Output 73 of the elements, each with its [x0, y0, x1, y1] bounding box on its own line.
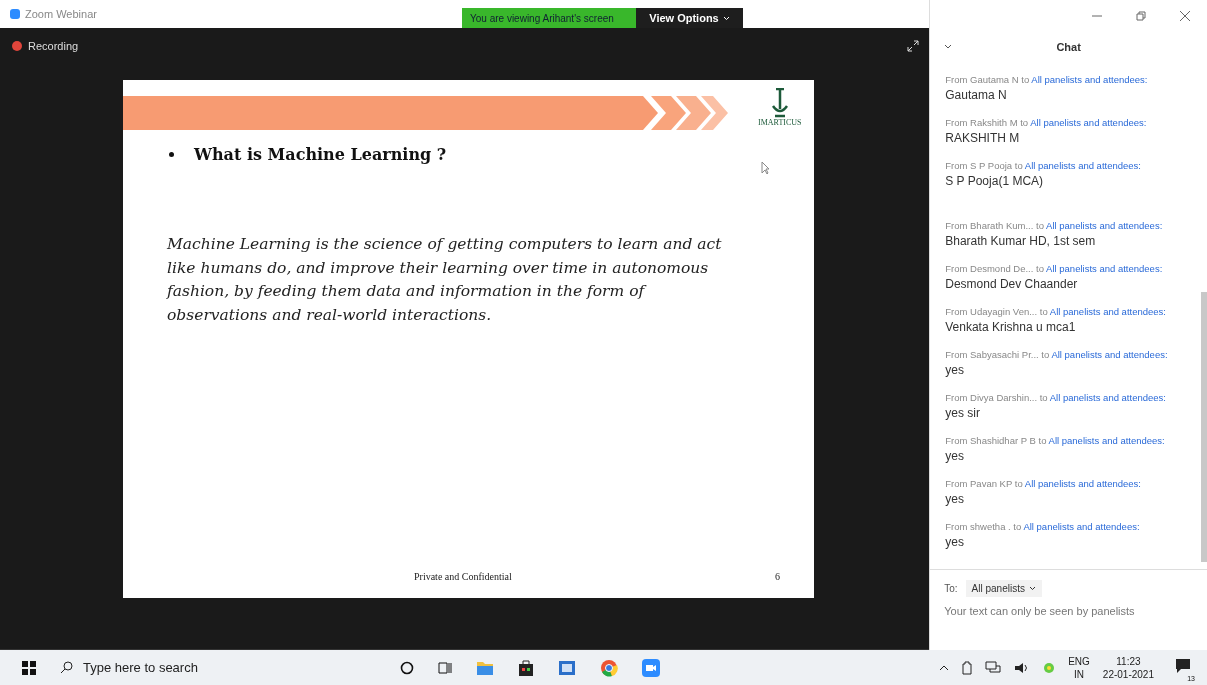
message-text: yes: [945, 535, 965, 549]
scrollbar[interactable]: [1201, 292, 1207, 562]
message-text: yes: [945, 363, 965, 377]
window-title: Zoom Webinar: [25, 8, 97, 20]
message-sender: From S P Pooja to All panelists and attendees:: [945, 160, 1142, 171]
recipient-link[interactable]: All panelists and attendees:: [1051, 349, 1168, 360]
message-sender: From Bharath Kum... to All panelists and attendees:: [945, 220, 1164, 231]
sharing-banner: You are viewing Arihant's screen: [462, 8, 636, 28]
circle-icon[interactable]: [400, 660, 414, 675]
clock-date[interactable]: 22-01-2021: [1102, 667, 1154, 681]
recipient-dropdown[interactable]: All panelists: [965, 580, 1042, 597]
windows-icon[interactable]: [22, 660, 36, 675]
search-field[interactable]: Type here to search: [81, 659, 335, 676]
restore-icon[interactable]: [1135, 10, 1147, 22]
zoom-logo-icon: [10, 9, 20, 19]
message-text: Desmond Dev Chaander: [945, 277, 1079, 291]
message-sender: From Pavan KP to All panelists and attendees:: [945, 478, 1142, 489]
message-text: Gautama N: [945, 88, 1008, 102]
logo-text: IMARTICUS: [758, 118, 802, 127]
recipient-link[interactable]: All panelists and attendees:: [1048, 435, 1165, 446]
folder-icon[interactable]: [476, 659, 494, 676]
page-number: 6: [775, 571, 780, 582]
message-text: yes: [945, 492, 965, 506]
message-sender: From Shashidhar P B to All panelists and attendees:: [945, 435, 1166, 446]
slide-heading: What is Machine Learning ?: [194, 144, 447, 164]
mail-icon[interactable]: [558, 659, 576, 676]
video-icon[interactable]: [642, 658, 660, 677]
message-sender: From Udayagin Ven... to All panelists and attendees:: [945, 306, 1167, 317]
task-view-icon[interactable]: [438, 660, 452, 675]
search-icon: [60, 661, 73, 674]
caret-icon: [722, 15, 730, 21]
message-sender: From Sabyasachi Pr... to All panelists and attendees:: [945, 349, 1169, 360]
browser-icon[interactable]: [600, 658, 618, 677]
cursor-icon: [761, 161, 770, 175]
region-label[interactable]: IN: [1074, 667, 1084, 681]
notification-icon[interactable]: [1175, 657, 1191, 674]
bullet-icon: [169, 151, 174, 157]
message-text: Bharath Kumar HD, 1st sem: [945, 234, 1097, 248]
expand-icon[interactable]: [907, 40, 920, 52]
caret-icon: [1028, 586, 1036, 591]
recipient-link[interactable]: All panelists and attendees:: [1046, 263, 1163, 274]
slide-paragraph: Machine Learning is the science of getting computers to learn and act like humans do, and improve their learning over time in autonomous fashion, by feeding them data and information in the form of observations and real-world interactions.: [167, 234, 723, 326]
recipient-link[interactable]: All panelists and attendees:: [1031, 74, 1148, 85]
clock-time[interactable]: 11:23: [1116, 654, 1141, 668]
message-sender: From Desmond De... to All panelists and attendees:: [945, 263, 1164, 274]
recipient-link[interactable]: All panelists and attendees:: [1046, 220, 1163, 231]
recording-icon: [12, 41, 22, 51]
recipient-link[interactable]: All panelists and attendees:: [1049, 306, 1166, 317]
chevron-up-icon[interactable]: [939, 663, 950, 672]
message-sender: From Rakshith M to All panelists and attendees:: [945, 117, 1148, 128]
view-options-button[interactable]: View Options: [636, 8, 743, 28]
recipient-link[interactable]: All panelists and attendees:: [1024, 160, 1141, 171]
recipient-link[interactable]: All panelists and attendees:: [1024, 478, 1141, 489]
language-label[interactable]: ENG: [1068, 654, 1090, 668]
to-label: To:: [944, 583, 958, 594]
message-text: yes: [945, 449, 965, 463]
recording-label: Recording: [28, 40, 79, 52]
recipient-link[interactable]: All panelists and attendees:: [1023, 521, 1140, 532]
recipient-link[interactable]: All panelists and attendees:: [1049, 392, 1166, 403]
message-sender: From Gautama N to All panelists and attendees:: [945, 74, 1149, 85]
bag-icon[interactable]: [518, 659, 534, 676]
slide-footer: Private and Confidential: [414, 571, 512, 582]
message-text: Venkata Krishna u mca1: [945, 320, 1077, 334]
message-text: yes sir: [945, 406, 981, 420]
chat-title: Chat: [1056, 41, 1081, 53]
message-sender: From Divya Darshin... to All panelists and attendees:: [945, 392, 1167, 403]
message-text: S P Pooja(1 MCA): [945, 174, 1045, 188]
message-sender: From shwetha . to All panelists and attendees:: [945, 521, 1141, 532]
close-icon[interactable]: [1179, 10, 1191, 22]
chevron-icon[interactable]: [944, 44, 953, 50]
logo-icon: [770, 88, 789, 118]
recipient-link[interactable]: All panelists and attendees:: [1030, 117, 1147, 128]
message-text: RAKSHITH M: [945, 131, 1021, 145]
